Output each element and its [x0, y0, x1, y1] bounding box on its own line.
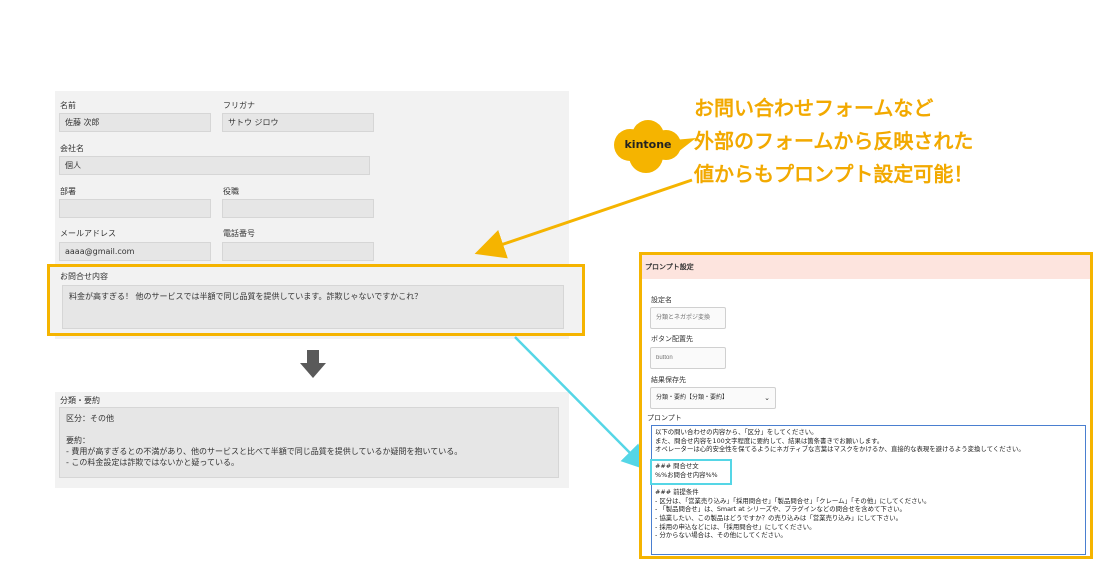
- placeholder-highlight-box: [650, 459, 732, 485]
- result-field-label: 結果保存先: [651, 376, 686, 384]
- prompt-label: プロンプト: [647, 414, 682, 422]
- callout-text: お問い合わせフォームなど 外部のフォームから反映された 値からもプロンプト設定可…: [694, 92, 1094, 191]
- prompt-settings-panel: プロンプト設定 設定名 ボタン配置先 結果保存先 分類・要約【分類・要約】 ⌄ …: [639, 252, 1093, 559]
- setting-name-label: 設定名: [651, 296, 672, 304]
- cyan-arrow: [514, 336, 648, 471]
- prompt-settings-header: プロンプト設定: [642, 255, 1090, 279]
- chevron-down-icon: ⌄: [764, 394, 770, 402]
- callout-line-2: 外部のフォームから反映された: [694, 129, 974, 153]
- button-location-label: ボタン配置先: [651, 335, 693, 343]
- setting-name-input[interactable]: [650, 307, 726, 329]
- button-location-input[interactable]: [650, 347, 726, 369]
- result-field-select[interactable]: 分類・要約【分類・要約】 ⌄: [650, 387, 776, 409]
- callout-line-3: 値からもプロンプト設定可能！: [694, 162, 974, 186]
- prompt-textarea[interactable]: 以下の問い合わせの内容から、「区分」をしてください。 また、問合せ内容を100文…: [651, 425, 1086, 555]
- orange-arrow: [474, 178, 693, 259]
- kintone-cloud-icon: kintone: [614, 120, 696, 173]
- result-field-value: 分類・要約【分類・要約】: [656, 394, 729, 401]
- callout-line-1: お問い合わせフォームなど: [694, 96, 934, 120]
- kintone-label: kintone: [624, 138, 671, 151]
